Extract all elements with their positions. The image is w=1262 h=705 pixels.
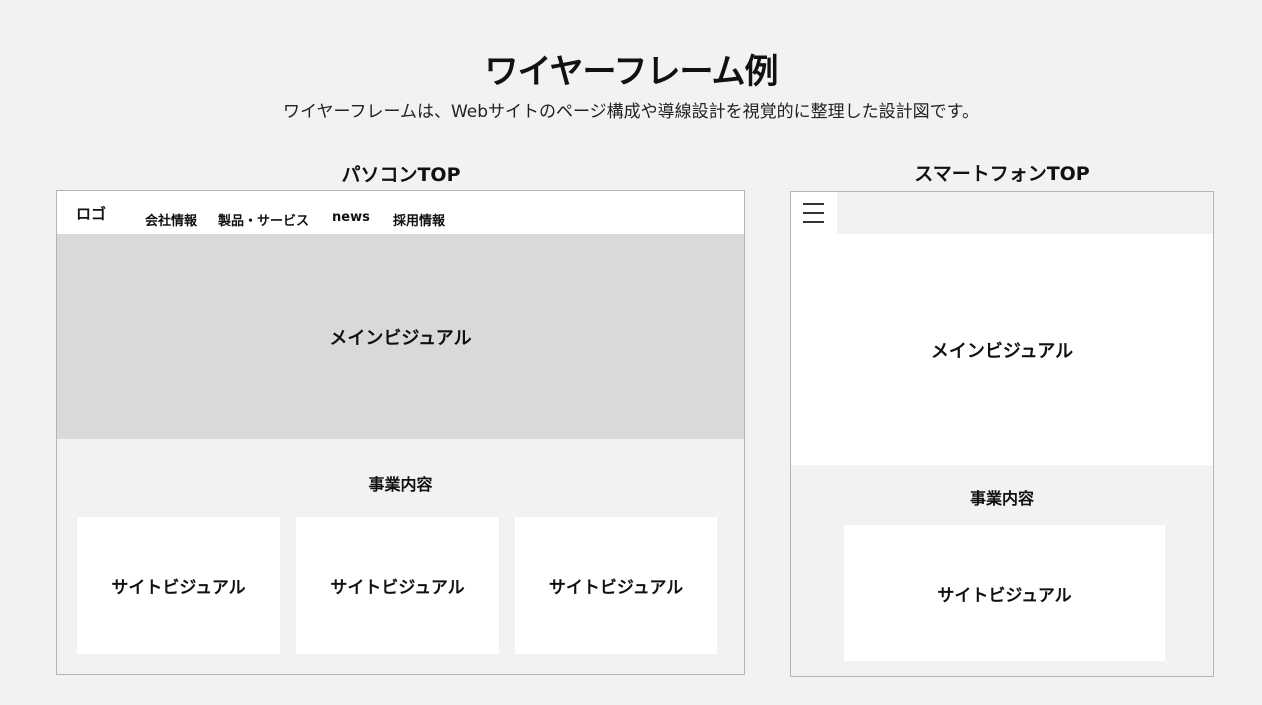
pc-header: ロゴ 会社情報 製品・サービス news 採用情報	[57, 191, 744, 234]
sp-top-label: スマートフォンTOP	[914, 163, 1090, 185]
pc-site-visual-label: サイトビジュアル	[111, 578, 246, 598]
sp-business-heading: 事業内容	[969, 489, 1034, 508]
nav-item-products-services[interactable]: 製品・サービス	[218, 210, 309, 229]
sp-site-visual-label: サイトビジュアル	[937, 585, 1072, 606]
pc-wireframe: ロゴ 会社情報 製品・サービス news 採用情報 メインビジュアル 事業内容 …	[56, 190, 745, 675]
pc-site-visual-label: サイトビジュアル	[330, 578, 465, 598]
pc-site-visual-card-2[interactable]: サイトビジュアル	[296, 517, 499, 654]
sp-main-visual: メインビジュアル	[791, 234, 1213, 465]
nav-item-news[interactable]: news	[332, 210, 370, 225]
sp-wireframe: メインビジュアル 事業内容 サイトビジュアル	[790, 191, 1214, 677]
pc-business-heading: 事業内容	[368, 475, 433, 494]
pc-site-visual-label: サイトビジュアル	[548, 578, 684, 598]
pc-site-visual-card-1[interactable]: サイトビジュアル	[77, 517, 280, 654]
pc-logo[interactable]: ロゴ	[76, 203, 106, 224]
nav-item-recruit[interactable]: 採用情報	[393, 210, 445, 229]
sp-site-visual-card[interactable]: サイトビジュアル	[844, 525, 1165, 661]
page-subtitle: ワイヤーフレームは、Webサイトのページ構成や導線設計を視覚的に整理した設計図で…	[283, 102, 979, 122]
pc-top-label: パソコンTOP	[341, 164, 461, 186]
pc-main-visual-label: メインビジュアル	[329, 327, 472, 349]
page-title: ワイヤーフレーム例	[484, 52, 779, 92]
pc-main-visual: メインビジュアル	[57, 234, 744, 439]
nav-item-company[interactable]: 会社情報	[145, 210, 197, 229]
sp-main-visual-label: メインビジュアル	[930, 340, 1074, 362]
pc-site-visual-card-3[interactable]: サイトビジュアル	[515, 517, 717, 654]
hamburger-menu-icon[interactable]	[791, 192, 837, 234]
